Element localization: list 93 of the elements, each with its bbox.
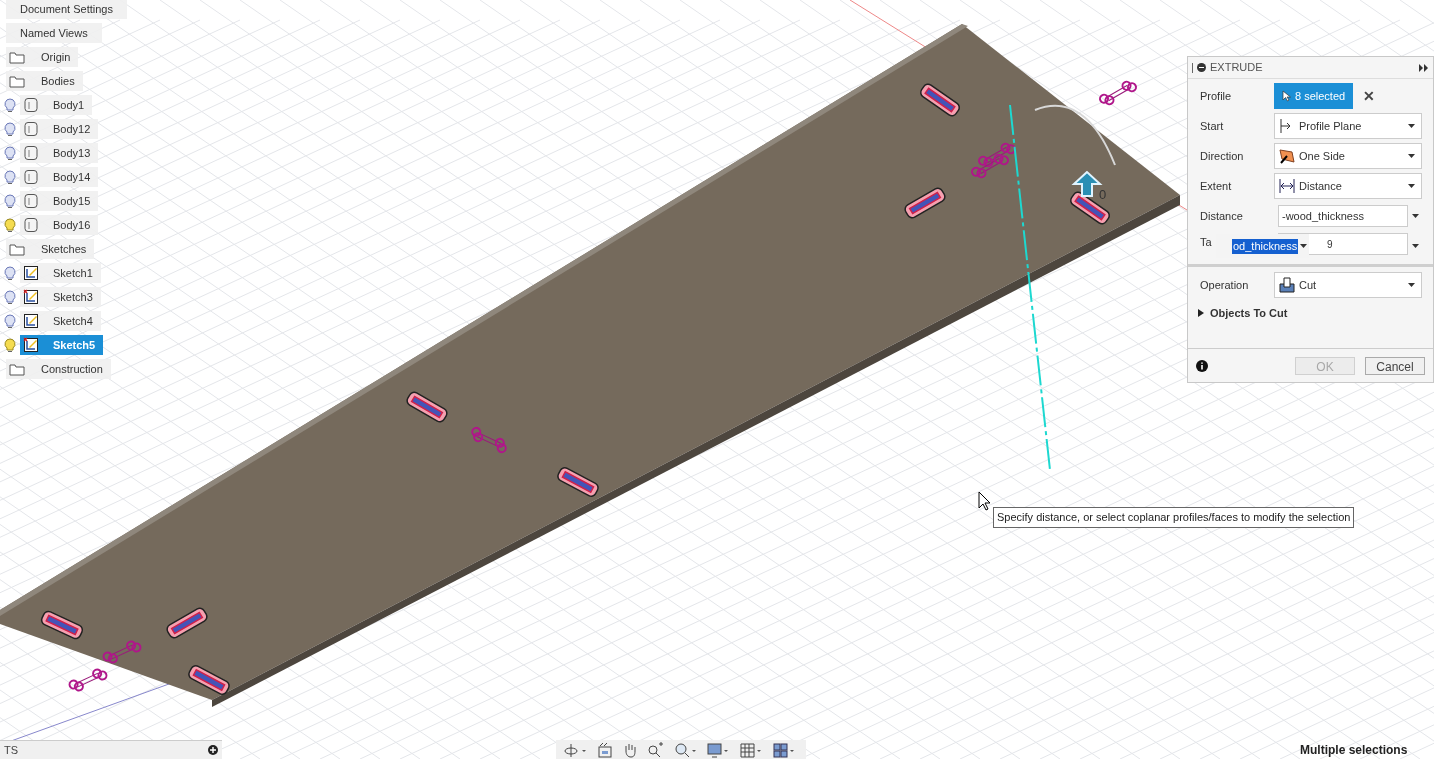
caret-icon	[1412, 244, 1419, 248]
tooltip: Specify distance, or select coplanar profiles/faces to modify the selection	[993, 507, 1355, 528]
lightbulb-icon[interactable]	[4, 289, 16, 305]
folder-icon	[9, 242, 25, 256]
browser-folder[interactable]: Bodies	[6, 71, 83, 91]
look-at-icon[interactable]	[597, 741, 613, 758]
caret-icon	[1408, 124, 1415, 128]
dropdown[interactable]: Distance	[1274, 173, 1422, 199]
field-label: Operation	[1200, 277, 1250, 293]
folder-label: Sketches	[41, 241, 87, 257]
browser-item[interactable]: Sketch4	[20, 311, 101, 331]
caret-icon	[1412, 214, 1419, 218]
expand-icon[interactable]	[1419, 63, 1429, 72]
folder-label: Origin	[41, 49, 71, 65]
body-icon	[23, 97, 39, 113]
field-label: Ta	[1200, 234, 1213, 250]
lightbulb-icon[interactable]	[4, 145, 16, 161]
manipulator-value: 0	[1099, 187, 1107, 202]
body-icon	[23, 217, 39, 233]
browser-folder[interactable]: Construction	[6, 359, 111, 379]
dropdown[interactable]: One Side	[1274, 143, 1422, 169]
caret-icon	[1408, 184, 1415, 188]
distance-icon	[1278, 177, 1296, 195]
body-icon	[23, 145, 39, 161]
field-label: Profile	[1200, 88, 1233, 104]
caret-icon	[1408, 283, 1415, 287]
clear-selection-button[interactable]: ✕	[1363, 85, 1376, 107]
field-label: Distance	[1200, 208, 1244, 224]
add-icon[interactable]	[208, 745, 218, 755]
sketch-dimension-icon	[102, 640, 142, 664]
viewports-icon[interactable]	[773, 741, 797, 758]
dropdown[interactable]: Cut	[1274, 272, 1422, 298]
browser-item[interactable]: Sketch5	[20, 335, 104, 355]
browser-item[interactable]: Body14	[20, 167, 99, 187]
caret-icon	[1408, 154, 1415, 158]
field-label: Start	[1200, 118, 1225, 134]
cursor-icon	[1282, 90, 1291, 102]
lightbulb-icon[interactable]	[4, 337, 16, 353]
browser-item[interactable]: Sketch1	[20, 263, 101, 283]
browser-item[interactable]: Named Views	[6, 23, 102, 43]
caret-icon	[1300, 244, 1308, 248]
folder-icon	[9, 50, 25, 64]
dialog-title: EXTRUDE	[1210, 60, 1264, 76]
lightbulb-icon[interactable]	[4, 97, 16, 113]
browser-item[interactable]: Body15	[20, 191, 99, 211]
info-icon[interactable]	[1196, 359, 1208, 372]
cursor-icon	[978, 491, 991, 511]
browser-item[interactable]: Body16	[20, 215, 99, 235]
browser-item[interactable]: Body13	[20, 143, 99, 163]
panel-title: TS	[4, 742, 19, 758]
sketch-dimension-icon	[978, 142, 1016, 168]
grid-icon[interactable]	[740, 741, 764, 758]
body-icon	[23, 193, 39, 209]
direction-icon	[1278, 147, 1296, 165]
browser-item[interactable]: Body1	[20, 95, 93, 115]
folder-icon	[9, 362, 25, 376]
dialog-button[interactable]: Cancel	[1365, 356, 1425, 375]
autocomplete-suggestion[interactable]: od_thickness	[1232, 238, 1299, 254]
profile-selection-button[interactable]: 8 selected	[1274, 83, 1354, 109]
folder-label: Construction	[41, 361, 103, 377]
status-text: Multiple selections	[1300, 743, 1408, 757]
browser-item[interactable]: Sketch3	[20, 287, 101, 307]
pan-hand-icon[interactable]	[622, 741, 638, 758]
zoom-window-icon[interactable]	[674, 741, 698, 758]
orbit-icon[interactable]	[564, 741, 588, 758]
lightbulb-icon[interactable]	[4, 169, 16, 185]
field-label: Direction	[1200, 148, 1245, 164]
browser-folder[interactable]: Sketches	[6, 239, 95, 259]
folder-label: Bodies	[41, 73, 75, 89]
collapse-icon[interactable]	[1197, 63, 1206, 72]
input-field[interactable]: -wood_thickness	[1278, 205, 1408, 227]
lightbulb-icon[interactable]	[4, 217, 16, 233]
browser-item[interactable]: Body12	[20, 119, 99, 139]
body-icon	[23, 169, 39, 185]
dropdown[interactable]: Profile Plane	[1274, 113, 1422, 139]
lightbulb-icon[interactable]	[4, 313, 16, 329]
sketch-dimension-icon	[471, 426, 507, 454]
lightbulb-icon[interactable]	[4, 265, 16, 281]
folder-icon	[9, 74, 25, 88]
cut-icon	[1278, 276, 1296, 294]
sketch-dimension-icon	[971, 153, 1009, 179]
browser-folder[interactable]: Origin	[6, 47, 79, 67]
display-settings-icon[interactable]	[707, 741, 731, 758]
body-icon	[23, 121, 39, 137]
browser-item[interactable]: Document Settings	[6, 0, 127, 19]
lightbulb-icon[interactable]	[4, 121, 16, 137]
sketch-dimension-icon	[1099, 80, 1137, 106]
expand-arrow-icon	[1198, 309, 1204, 317]
section-toggle[interactable]: Objects To Cut	[1188, 300, 1433, 326]
field-label: Extent	[1200, 178, 1233, 194]
lightbulb-icon[interactable]	[4, 193, 16, 209]
sketch-dimension-icon	[68, 668, 108, 692]
zoom-icon[interactable]	[647, 741, 665, 758]
